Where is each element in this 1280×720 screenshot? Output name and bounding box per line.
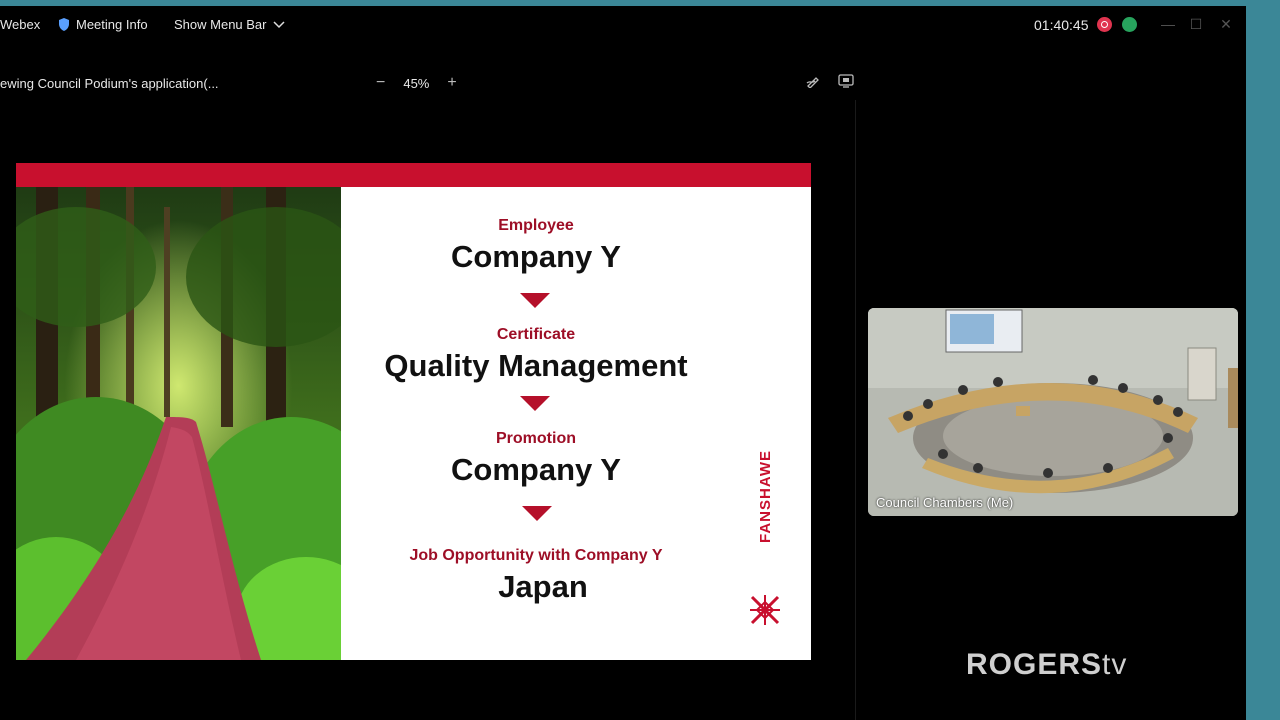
zoom-in-button[interactable]: + bbox=[447, 74, 456, 92]
council-chamber-video bbox=[868, 308, 1238, 516]
slide-header-band bbox=[16, 163, 811, 187]
minimize-icon[interactable]: — bbox=[1158, 14, 1178, 34]
career-path-content: Employee Company Y Certificate Quality M… bbox=[341, 187, 731, 660]
step-label-certificate: Certificate bbox=[496, 326, 576, 343]
zoom-level: 45% bbox=[403, 75, 430, 91]
presentation-slide: Employee Company Y Certificate Quality M… bbox=[16, 163, 811, 660]
step-value-employee: Company Y bbox=[451, 239, 621, 274]
rogers-tv-watermark: ROGERStv bbox=[966, 648, 1127, 682]
zoom-controls: − 45% + bbox=[376, 74, 457, 92]
meeting-info-label: Meeting Info bbox=[76, 17, 148, 32]
show-menu-bar-label: Show Menu Bar bbox=[174, 17, 267, 32]
annotate-icon[interactable] bbox=[806, 74, 820, 91]
maximize-icon[interactable]: ☐ bbox=[1186, 14, 1206, 34]
shield-icon bbox=[59, 18, 69, 31]
participant-name-label: Council Chambers (Me) bbox=[876, 495, 1014, 510]
network-stats-icon[interactable] bbox=[1122, 17, 1137, 32]
app-name: Webex bbox=[0, 17, 41, 32]
step-label-promotion: Promotion bbox=[496, 430, 576, 447]
zoom-out-button[interactable]: − bbox=[376, 74, 385, 92]
down-arrow-icon bbox=[520, 293, 550, 308]
forest-path-image bbox=[16, 187, 341, 660]
down-arrow-icon bbox=[522, 506, 552, 521]
meeting-timer: 01:40:45 bbox=[1034, 17, 1089, 33]
view-options-icon[interactable] bbox=[838, 74, 854, 91]
fanshawe-wordmark: FANSHAWE bbox=[757, 449, 774, 543]
title-bar: Webex Meeting Info Show Menu Bar 01:40:4… bbox=[0, 6, 1246, 44]
shared-application-title: ewing Council Podium's application(... bbox=[0, 76, 219, 91]
watermark-suffix: tv bbox=[1102, 648, 1128, 681]
meeting-info-button[interactable]: Meeting Info bbox=[58, 17, 148, 32]
watermark-brand: ROGERS bbox=[966, 648, 1103, 681]
down-arrow-icon bbox=[520, 396, 550, 411]
step-label-job-opportunity: Job Opportunity with Company Y bbox=[409, 547, 663, 564]
step-value-certificate: Quality Management bbox=[384, 348, 688, 383]
show-menu-bar-button[interactable]: Show Menu Bar bbox=[174, 17, 285, 32]
chevron-down-icon bbox=[272, 20, 285, 28]
step-value-promotion: Company Y bbox=[451, 452, 621, 487]
webex-window: Webex Meeting Info Show Menu Bar 01:40:4… bbox=[0, 6, 1246, 720]
desktop-background-strip bbox=[1246, 0, 1280, 720]
participant-video-tile[interactable]: Council Chambers (Me) bbox=[868, 308, 1238, 516]
fanshawe-logo-icon bbox=[750, 595, 780, 625]
recording-icon[interactable] bbox=[1097, 17, 1112, 32]
close-icon[interactable]: ✕ bbox=[1216, 14, 1236, 34]
step-value-job-opportunity: Japan bbox=[498, 569, 588, 604]
share-toolbar: ewing Council Podium's application(... −… bbox=[0, 68, 856, 100]
step-label-employee: Employee bbox=[498, 217, 574, 234]
